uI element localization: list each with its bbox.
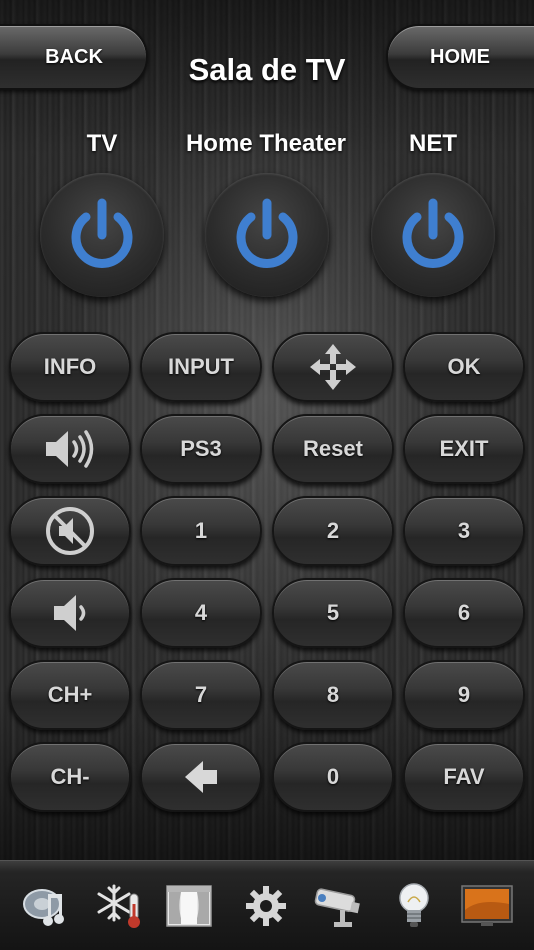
digit-6-label: 6 [457,600,471,625]
audio-video-icon [23,889,64,926]
back-arrow-icon [185,761,217,793]
curtains-icon [166,885,212,927]
tab-security-camera[interactable] [307,873,373,939]
digit-8-label: 8 [326,682,340,707]
ok-button[interactable]: OK [403,332,525,402]
input-button[interactable]: INPUT [140,332,262,402]
digit-0-button[interactable]: 0 [272,742,394,812]
move-icon [310,344,356,390]
tab-settings[interactable] [233,873,299,939]
ps3-button[interactable]: PS3 [140,414,262,484]
channel-down-label: CH- [50,764,90,789]
reset-button-label: Reset [303,436,363,461]
digit-1-label: 1 [194,518,208,543]
fav-button[interactable]: FAV [403,742,525,812]
exit-button[interactable]: EXIT [403,414,525,484]
ps3-button-label: PS3 [180,436,222,461]
volume-up-button[interactable] [9,414,131,484]
tv-power-button[interactable] [40,173,164,297]
lighting-bulb-icon [399,883,429,927]
tab-tv[interactable] [454,873,520,939]
home-theater-power-button[interactable] [205,173,329,297]
home-button-label: HOME [430,45,490,68]
security-camera-icon [314,888,360,927]
digit-5-button[interactable]: 5 [272,578,394,648]
power-icon [71,198,133,268]
mute-button[interactable] [9,496,131,566]
back-arrow-button[interactable] [140,742,262,812]
volume-down-icon [54,595,86,631]
net-power-button[interactable] [371,173,495,297]
digit-2-label: 2 [326,518,340,543]
reset-button[interactable]: Reset [272,414,394,484]
digit-7-button[interactable]: 7 [140,660,262,730]
digit-3-button[interactable]: 3 [403,496,525,566]
digit-8-button[interactable]: 8 [272,660,394,730]
tab-lighting[interactable] [381,873,447,939]
channel-down-button[interactable]: CH- [9,742,131,812]
fav-button-label: FAV [443,764,485,789]
mute-icon [46,507,94,555]
input-button-label: INPUT [168,354,234,379]
ok-button-label: OK [447,354,481,379]
digit-5-label: 5 [326,600,340,625]
device-label-home-theater: Home Theater [185,130,347,157]
channel-up-button[interactable]: CH+ [9,660,131,730]
digit-9-label: 9 [457,682,471,707]
digit-4-label: 4 [194,600,208,625]
climate-icon [97,884,140,928]
info-button[interactable]: INFO [9,332,131,402]
digit-9-button[interactable]: 9 [403,660,525,730]
tv-screen-icon [461,885,513,926]
info-button-label: INFO [43,354,97,379]
tab-curtains[interactable] [156,873,222,939]
digit-0-label: 0 [326,764,340,789]
exit-button-label: EXIT [439,436,489,461]
device-label-tv: TV [86,130,118,157]
digit-2-button[interactable]: 2 [272,496,394,566]
digit-3-label: 3 [457,518,471,543]
device-label-net: NET [409,130,457,157]
digit-7-label: 7 [194,682,208,707]
tab-audio-video[interactable] [13,873,79,939]
digit-6-button[interactable]: 6 [403,578,525,648]
volume-up-icon [46,430,94,468]
power-icon [402,198,464,268]
settings-gear-icon [246,886,286,926]
power-icon [236,198,298,268]
home-button[interactable]: HOME [386,24,534,90]
digit-1-button[interactable]: 1 [140,496,262,566]
digit-4-button[interactable]: 4 [140,578,262,648]
bottom-tab-bar [0,860,534,950]
tab-climate[interactable] [87,873,153,939]
navigation-pad-button[interactable] [272,332,394,402]
channel-up-label: CH+ [47,682,93,707]
volume-down-button[interactable] [9,578,131,648]
